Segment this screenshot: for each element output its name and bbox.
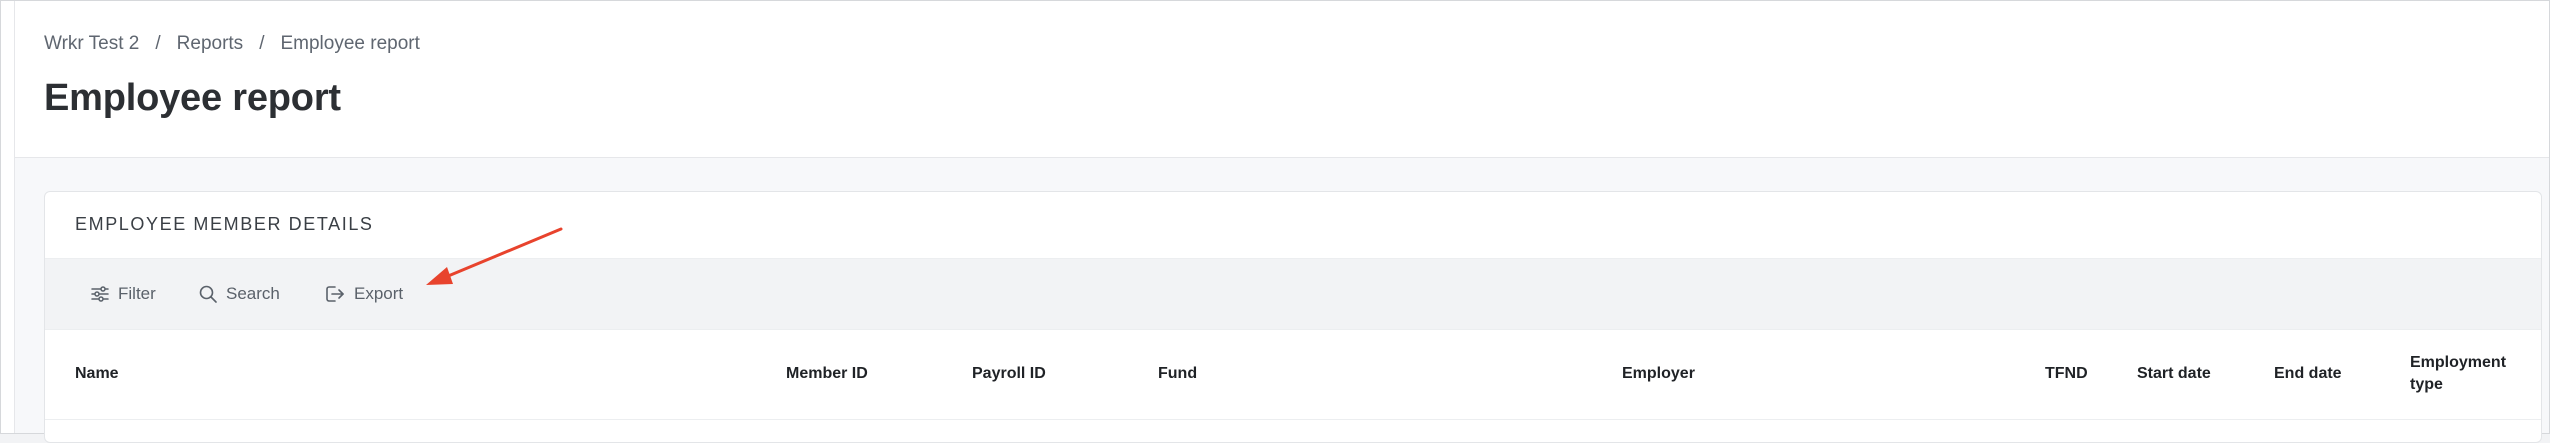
breadcrumb-separator: / <box>259 33 265 54</box>
column-header-employer[interactable]: Employer <box>1622 329 2012 419</box>
column-header-tfnd[interactable]: TFND <box>2045 329 2125 419</box>
filter-button[interactable]: Filter <box>90 259 156 329</box>
column-header-member-id[interactable]: Member ID <box>786 329 956 419</box>
page-title: Employee report <box>44 77 341 119</box>
search-button[interactable]: Search <box>198 259 280 329</box>
search-icon <box>199 285 217 303</box>
search-label: Search <box>226 284 280 303</box>
filter-label: Filter <box>118 284 156 303</box>
breadcrumb-separator: / <box>155 33 161 54</box>
export-label: Export <box>354 284 404 303</box>
card-title: EMPLOYEE MEMBER DETAILS <box>75 214 374 234</box>
column-header-payroll-id[interactable]: Payroll ID <box>972 329 1142 419</box>
employee-details-card: EMPLOYEE MEMBER DETAILS Filter Search Ex… <box>44 191 2542 443</box>
left-sidebar-edge <box>1 1 15 433</box>
table-header-row: Name Member ID Payroll ID Fund Employer … <box>45 329 2541 420</box>
export-icon <box>326 286 344 302</box>
breadcrumb-item-current: Employee report <box>280 33 420 54</box>
breadcrumb-item-reports[interactable]: Reports <box>177 33 244 55</box>
sliders-icon <box>91 286 109 302</box>
column-header-name[interactable]: Name <box>75 329 735 419</box>
table-toolbar: Filter Search Export <box>45 258 2541 330</box>
column-header-start-date[interactable]: Start date <box>2137 329 2257 419</box>
column-header-employment-type[interactable]: Employment type <box>2410 329 2520 419</box>
report-window: Wrkr Test 2 / Reports / Employee report … <box>0 0 2550 443</box>
page-header <box>15 1 2549 158</box>
breadcrumb: Wrkr Test 2 / Reports / Employee report <box>44 33 420 55</box>
export-button[interactable]: Export <box>324 259 403 329</box>
breadcrumb-item-workspace[interactable]: Wrkr Test 2 <box>44 33 139 55</box>
column-header-fund[interactable]: Fund <box>1158 329 1598 419</box>
column-header-end-date[interactable]: End date <box>2274 329 2394 419</box>
